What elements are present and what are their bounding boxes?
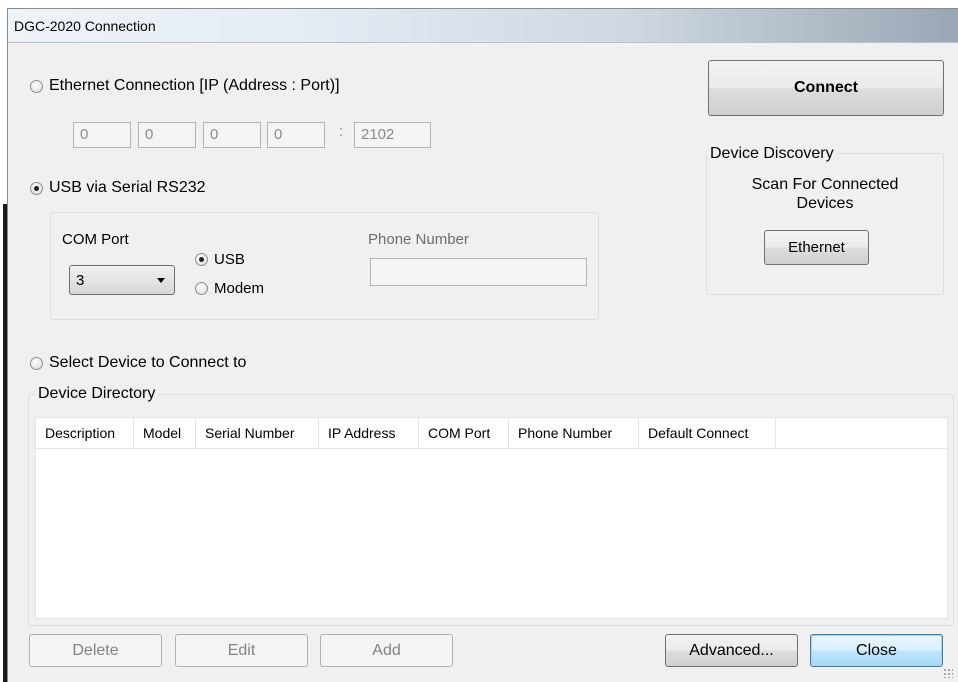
usb-serial-radio[interactable]: USB via Serial RS232 [30, 179, 206, 197]
modem-label: Modem [214, 280, 265, 297]
select-device-radio[interactable]: Select Device to Connect to [30, 354, 246, 372]
com-port-value: 3 [76, 272, 85, 289]
delete-button[interactable]: Delete [29, 634, 162, 667]
port-field[interactable]: 2102 [354, 122, 431, 148]
radio-indicator [30, 181, 43, 195]
radio-indicator [30, 356, 43, 370]
radio-indicator [195, 253, 208, 266]
column-header-serial-number[interactable]: Serial Number [196, 418, 319, 448]
close-button[interactable]: Close [810, 634, 943, 667]
title-bar[interactable]: DGC-2020 Connection [8, 9, 958, 43]
resize-grip-icon[interactable] [943, 668, 953, 678]
ip-octet-3-field[interactable]: 0 [203, 122, 261, 148]
connection-dialog: DGC-2020 Connection Ethernet Connection … [7, 8, 958, 682]
com-port-label: COM Port [62, 231, 129, 248]
table-header: Description Model Serial Number IP Addre… [36, 418, 947, 449]
window-title: DGC-2020 Connection [14, 18, 156, 34]
ip-octet-2-field[interactable]: 0 [138, 122, 196, 148]
column-header-ip-address[interactable]: IP Address [319, 418, 419, 448]
column-header-com-port[interactable]: COM Port [419, 418, 509, 448]
chevron-down-icon [157, 278, 165, 283]
radio-indicator [195, 282, 208, 295]
column-header-description[interactable]: Description [36, 418, 134, 448]
select-device-label: Select Device to Connect to [49, 354, 247, 371]
phone-number-label: Phone Number [368, 231, 469, 248]
column-header-default-connect[interactable]: Default Connect [639, 418, 776, 448]
ip-octet-1-field[interactable]: 0 [73, 122, 131, 148]
phone-number-field[interactable] [370, 258, 587, 286]
device-discovery-legend: Device Discovery [707, 145, 837, 163]
ethernet-connection-label: Ethernet Connection [IP (Address : Port)… [49, 77, 340, 94]
edit-button[interactable]: Edit [175, 634, 308, 667]
modem-radio[interactable]: Modem [195, 280, 264, 297]
scan-line-2: Devices [796, 195, 854, 212]
port-separator: : [339, 123, 344, 140]
device-directory-table[interactable]: Description Model Serial Number IP Addre… [35, 417, 948, 619]
column-header-model[interactable]: Model [134, 418, 196, 448]
usb-label: USB [214, 251, 245, 268]
column-header-phone-number[interactable]: Phone Number [509, 418, 639, 448]
usb-serial-label: USB via Serial RS232 [49, 179, 206, 196]
usb-radio[interactable]: USB [195, 251, 245, 268]
scan-line-1: Scan For Connected [751, 176, 899, 193]
ethernet-connection-radio[interactable]: Ethernet Connection [IP (Address : Port)… [30, 77, 340, 95]
add-button[interactable]: Add [320, 634, 453, 667]
scan-description: Scan For Connected Devices [708, 175, 942, 213]
advanced-button[interactable]: Advanced... [665, 634, 798, 667]
ip-octet-4-field[interactable]: 0 [267, 122, 325, 148]
radio-indicator [30, 79, 43, 93]
connect-button[interactable]: Connect [708, 60, 944, 116]
ethernet-discovery-button[interactable]: Ethernet [764, 230, 869, 265]
device-directory-legend: Device Directory [35, 385, 159, 403]
com-port-select[interactable]: 3 [69, 265, 175, 295]
